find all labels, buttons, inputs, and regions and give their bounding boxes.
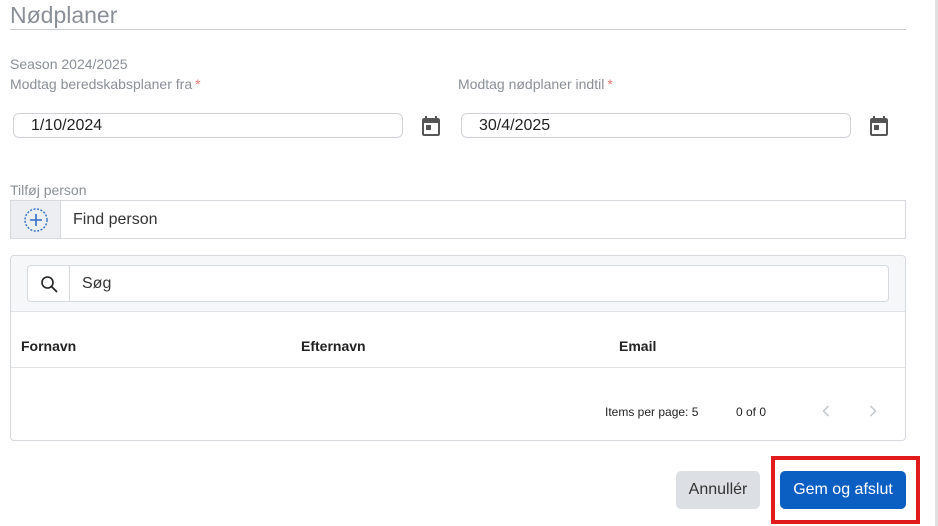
chevron-right-icon[interactable] [863, 401, 883, 421]
table-toolbar: Søg [11, 256, 905, 312]
add-person-row: Find person [10, 200, 906, 239]
from-date-label: Modtag beredskabsplaner fra * [10, 76, 201, 92]
find-person-input[interactable]: Find person [61, 201, 905, 238]
search-button[interactable] [28, 266, 70, 301]
to-date-label-text: Modtag nødplaner indtil [458, 76, 605, 92]
table-header-divider [11, 367, 905, 368]
to-date-label: Modtag nødplaner indtil * [458, 76, 613, 92]
plus-circle-icon [23, 207, 48, 232]
column-header-first-name[interactable]: Fornavn [21, 338, 76, 354]
page-range: 0 of 0 [736, 405, 767, 419]
search-icon [40, 275, 57, 292]
items-per-page[interactable]: Items per page: 5 [605, 405, 698, 419]
from-date-label-text: Modtag beredskabsplaner fra [10, 76, 193, 92]
from-date-input[interactable]: 1/10/2024 [13, 113, 403, 138]
save-and-finish-button[interactable]: Gem og afslut [780, 471, 906, 509]
required-mark: * [607, 76, 613, 92]
add-person-button[interactable] [11, 201, 61, 238]
to-date-value: 30/4/2025 [479, 116, 551, 134]
add-person-label: Tilføj person [10, 182, 87, 198]
column-header-last-name[interactable]: Efternavn [301, 338, 366, 354]
column-header-email[interactable]: Email [619, 338, 656, 354]
search-input[interactable]: Søg [70, 266, 888, 301]
table-search[interactable]: Søg [27, 265, 889, 302]
calendar-icon[interactable] [419, 114, 443, 138]
from-date-value: 1/10/2024 [31, 116, 103, 134]
cancel-button[interactable]: Annullér [676, 471, 760, 509]
page-title: Nødplaner [10, 2, 118, 28]
to-date-input[interactable]: 30/4/2025 [461, 113, 851, 138]
chevron-left-icon[interactable] [816, 401, 836, 421]
title-divider [10, 29, 906, 30]
calendar-icon[interactable] [867, 114, 891, 138]
persons-table-panel: Søg Fornavn Efternavn Email Items per pa… [10, 255, 906, 441]
required-mark: * [195, 76, 201, 92]
find-person-text: Find person [73, 210, 158, 228]
search-value: Søg [82, 274, 112, 292]
season-label: Season 2024/2025 [10, 56, 128, 72]
